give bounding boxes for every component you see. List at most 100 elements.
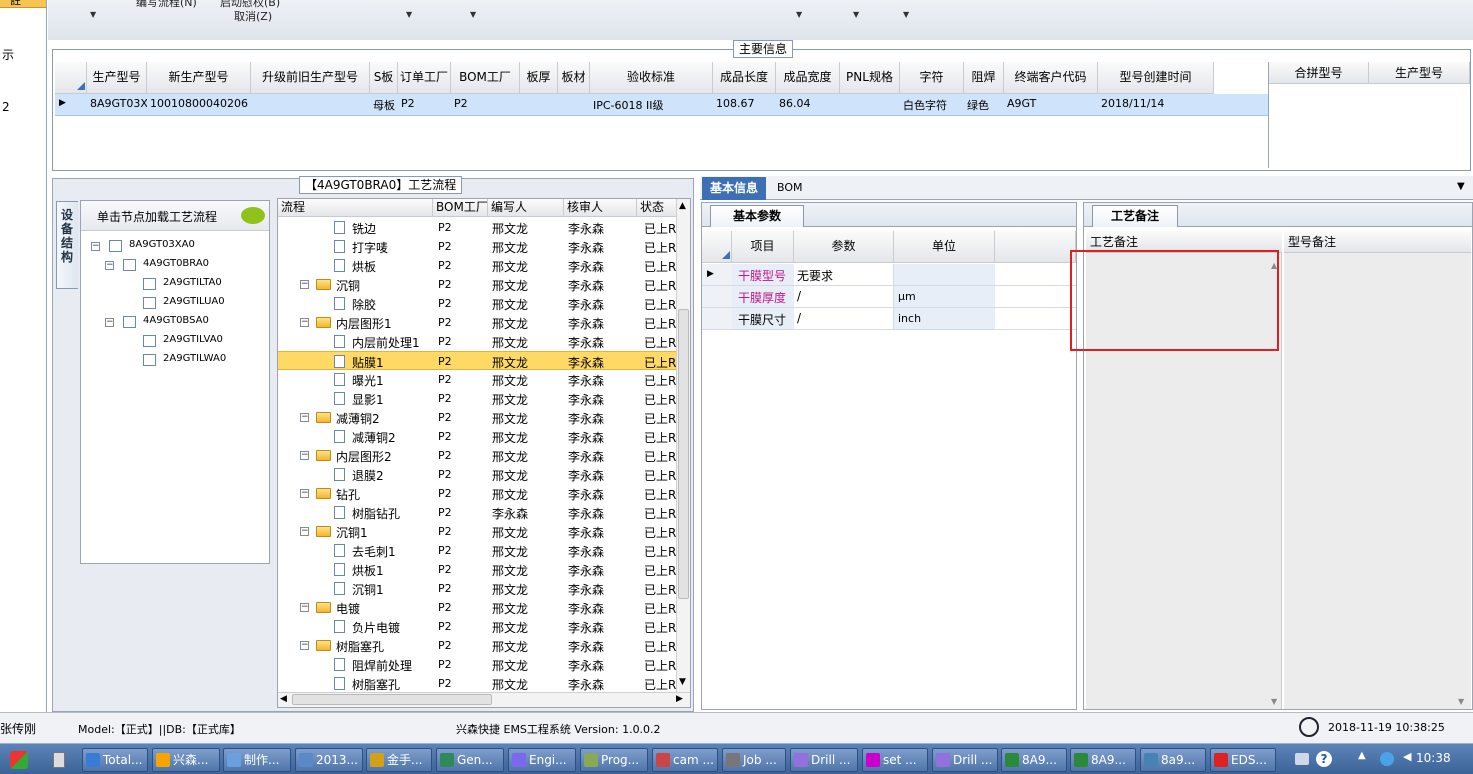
- tab-process-remarks[interactable]: 工艺备注: [1092, 205, 1178, 227]
- main-col-header[interactable]: 验收标准: [590, 62, 713, 94]
- main-col-header[interactable]: 订单工厂: [398, 62, 451, 94]
- process-row[interactable]: − 内层图形1 P2 邢文龙 李永森 已上R: [278, 313, 676, 332]
- scroll-thumb[interactable]: [678, 309, 689, 599]
- model-remark-box[interactable]: 型号备注 ▼: [1284, 231, 1471, 709]
- chat-bubble-icon[interactable]: [241, 207, 265, 224]
- params-col-header[interactable]: 单位: [894, 231, 995, 263]
- process-row[interactable]: − 减薄铜2 P2 邢文龙 李永森 已上R: [278, 408, 676, 427]
- process-name[interactable]: 内层图形1: [336, 315, 392, 332]
- process-row[interactable]: 曝光1 P2 邢文龙 李永森 已上R: [278, 370, 676, 389]
- process-name[interactable]: 沉铜1: [352, 581, 384, 598]
- process-name[interactable]: 退膜2: [352, 467, 384, 484]
- process-row[interactable]: 树脂塞孔 P2 邢文龙 李永森 已上R: [278, 674, 676, 692]
- tab-basic-params[interactable]: 基本参数: [710, 205, 804, 227]
- process-name[interactable]: 烘板1: [352, 562, 384, 579]
- dropdown-arrow-icon[interactable]: ▼: [470, 10, 476, 19]
- param-value[interactable]: 无要求: [794, 264, 894, 286]
- param-item[interactable]: 干膜型号: [732, 264, 794, 286]
- tab-basic-info[interactable]: 基本信息: [702, 177, 766, 200]
- tree-expander-icon[interactable]: −: [300, 280, 309, 289]
- process-row[interactable]: 内层前处理1 P2 邢文龙 李永森 已上R: [278, 332, 676, 351]
- process-name[interactable]: 打字唛: [352, 239, 388, 256]
- process-name[interactable]: 除胶: [352, 296, 376, 313]
- main-cell[interactable]: [558, 97, 590, 113]
- main-info-row[interactable]: ▶8A9GT03XA010010800040206母板P2P2IPC-6018 …: [55, 94, 1268, 116]
- dropdown-arrow-icon[interactable]: ▼: [853, 10, 859, 19]
- taskbar-clock[interactable]: 10:38: [1416, 751, 1451, 765]
- tree-expander-icon[interactable]: −: [91, 242, 100, 251]
- scroll-down-icon[interactable]: ▼: [1458, 697, 1464, 706]
- main-col-header[interactable]: 板厚: [520, 62, 558, 94]
- taskbar-button[interactable]: Drill ...: [932, 748, 998, 772]
- main-col-header[interactable]: PNL规格: [840, 62, 900, 94]
- main-cell[interactable]: 108.67: [713, 97, 776, 113]
- volume-icon[interactable]: ◀: [1403, 750, 1411, 763]
- process-row[interactable]: 烘板1 P2 邢文龙 李永森 已上R: [278, 560, 676, 579]
- main-col-header[interactable]: BOM工厂: [451, 62, 520, 94]
- process-row[interactable]: 阻焊前处理 P2 邢文龙 李永森 已上R: [278, 655, 676, 674]
- merge-col-header[interactable]: 合拼型号: [1269, 62, 1369, 84]
- main-cell[interactable]: 2018/11/14: [1098, 97, 1214, 113]
- process-name[interactable]: 曝光1: [352, 372, 384, 389]
- process-row[interactable]: 负片电镀 P2 邢文龙 李永森 已上R: [278, 617, 676, 636]
- taskbar-button[interactable]: Total...: [82, 748, 148, 772]
- process-row[interactable]: − 树脂塞孔 P2 邢文龙 李永森 已上R: [278, 636, 676, 655]
- process-name[interactable]: 烘板: [352, 258, 376, 275]
- dropdown-arrow-icon[interactable]: ▼: [1457, 181, 1465, 192]
- tree-node-label[interactable]: 8A9GT03XA0: [129, 239, 195, 250]
- main-cell[interactable]: 10010800040206: [147, 97, 251, 113]
- main-col-header[interactable]: 字符: [900, 62, 964, 94]
- main-cell[interactable]: [520, 97, 558, 113]
- main-col-header[interactable]: 升级前旧生产型号: [251, 62, 370, 94]
- tree-node-label[interactable]: 2A9GTILVA0: [163, 334, 223, 345]
- process-row[interactable]: − 内层图形2 P2 邢文龙 李永森 已上R: [278, 446, 676, 465]
- process-name[interactable]: 钻孔: [336, 486, 360, 503]
- param-value[interactable]: /: [794, 308, 894, 330]
- tree-node-label[interactable]: 4A9GT0BSA0: [143, 315, 209, 326]
- tree-expander-icon[interactable]: −: [300, 527, 309, 536]
- process-row[interactable]: 除胶 P2 邢文龙 李永森 已上R: [278, 294, 676, 313]
- main-cell[interactable]: 8A9GT03XA0: [87, 97, 147, 113]
- main-cell[interactable]: P2: [451, 97, 520, 113]
- tree-expander-icon[interactable]: −: [300, 489, 309, 498]
- main-col-header[interactable]: S板: [370, 62, 398, 94]
- main-col-header[interactable]: 板材: [558, 62, 590, 94]
- process-name[interactable]: 减薄铜2: [352, 429, 396, 446]
- process-name[interactable]: 树脂塞孔: [352, 676, 400, 692]
- start-icon[interactable]: [10, 751, 28, 769]
- process-name[interactable]: 电镀: [336, 600, 360, 617]
- menu-write-flow[interactable]: 编写流程(N): [136, 0, 197, 10]
- tree-node-label[interactable]: 2A9GTILUA0: [163, 296, 225, 307]
- params-col-header[interactable]: 项目: [732, 231, 794, 263]
- process-row[interactable]: 树脂钻孔 P2 李永森 李永森 已上R: [278, 503, 676, 522]
- scroll-right-icon[interactable]: ▶: [676, 694, 683, 704]
- merge-col-header[interactable]: 生产型号: [1369, 62, 1470, 84]
- taskbar-button[interactable]: 8a9...: [1140, 748, 1206, 772]
- menu-cancel[interactable]: 取消(Z): [234, 8, 272, 24]
- main-cell[interactable]: 绿色: [964, 97, 1004, 113]
- main-cell[interactable]: 86.04: [776, 97, 840, 113]
- hscroll-thumb[interactable]: [292, 694, 492, 705]
- process-name[interactable]: 阻焊前处理: [352, 657, 412, 674]
- tree-node-label[interactable]: 4A9GT0BRA0: [143, 258, 209, 269]
- tree-expander-icon[interactable]: −: [300, 603, 309, 612]
- process-row[interactable]: 贴膜1 P2 邢文龙 李永森 已上R: [278, 351, 676, 370]
- main-cell[interactable]: P2: [398, 97, 451, 113]
- taskbar-button[interactable]: set ...: [862, 748, 928, 772]
- main-cell[interactable]: [840, 97, 900, 113]
- process-name[interactable]: 沉铜1: [336, 524, 368, 541]
- side-tab-structure[interactable]: 设备结构: [56, 201, 78, 289]
- process-row[interactable]: 铣边 P2 邢文龙 李永森 已上R: [278, 218, 676, 237]
- process-name[interactable]: 减薄铜2: [336, 410, 380, 427]
- scroll-down-icon[interactable]: ▼: [679, 677, 686, 687]
- main-col-header[interactable]: 生产型号: [87, 62, 147, 94]
- taskbar-button[interactable]: 8A9...: [1001, 748, 1067, 772]
- param-unit[interactable]: μm: [894, 286, 995, 308]
- quicklaunch-icon[interactable]: [53, 752, 65, 768]
- taskbar-button[interactable]: EDS...: [1210, 748, 1276, 772]
- param-unit[interactable]: [894, 264, 995, 286]
- tray-icon[interactable]: [1295, 753, 1309, 765]
- tree-expander-icon[interactable]: −: [300, 641, 309, 650]
- taskbar-button[interactable]: 制作...: [223, 748, 291, 772]
- main-cell[interactable]: A9GT: [1004, 97, 1098, 113]
